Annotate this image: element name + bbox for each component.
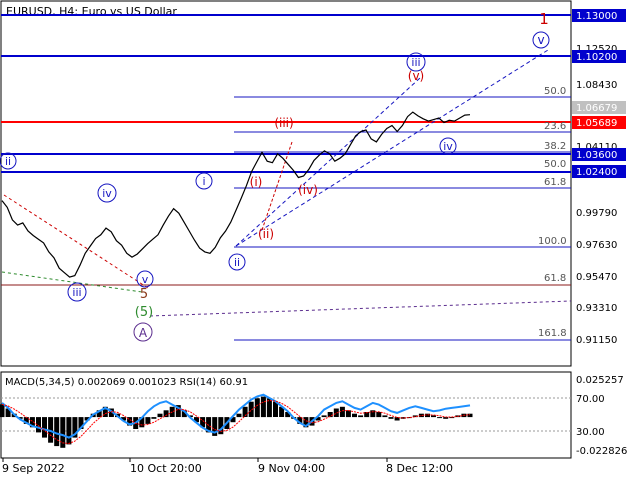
- wave-label-v-top: v: [537, 33, 544, 47]
- indicator-tick-1: 0.025257: [576, 375, 624, 386]
- fib-label-23-6: 23.6: [544, 121, 566, 132]
- price-box-label-1-10200: 1.10200: [576, 52, 617, 63]
- macd-bar: [321, 415, 327, 418]
- macd-bar: [382, 415, 388, 418]
- wave-label-i-mid: i: [202, 175, 205, 188]
- wave-label-iii-red: (iii): [274, 116, 293, 130]
- wave-label-iv-left: iv: [102, 187, 112, 200]
- price-tick-5: 0.97630: [576, 240, 617, 251]
- price-tick-8: 0.91150: [576, 335, 617, 346]
- wave-label-ii-red: (ii): [258, 227, 274, 241]
- price-box-label-1-03600: 1.03600: [576, 150, 617, 161]
- price-tick-6: 0.95470: [576, 272, 617, 283]
- price-tick-4: 0.99790: [576, 208, 617, 219]
- macd-bar: [376, 412, 382, 418]
- price-tick-2: 1.08430: [576, 80, 617, 91]
- fib-label-161-8: 161.8: [538, 328, 567, 339]
- fib-label-50-upper: 50.0: [544, 86, 566, 97]
- macd-bar: [467, 413, 473, 418]
- macd-bar: [437, 417, 443, 419]
- macd-bar: [358, 415, 364, 418]
- wave-label-iv-right: iv: [443, 140, 453, 153]
- time-label-1: 9 Sep 2022: [2, 462, 65, 475]
- macd-bar: [236, 413, 242, 418]
- wave-label-iii-left: iii: [72, 286, 81, 299]
- eurusd-chart: EURUSD, H4: Euro vs US Dollar 1.12520 1.…: [0, 0, 640, 480]
- wave-label-iv-red: (iv): [298, 183, 318, 197]
- macd-bar: [345, 410, 351, 418]
- fib-label-100: 100.0: [538, 236, 567, 247]
- price-box-label-1-13000: 1.13000: [576, 11, 617, 22]
- macd-bar: [388, 417, 394, 419]
- fib-label-50: 50.0: [544, 159, 566, 170]
- macd-bar: [157, 413, 163, 418]
- indicator-tick-3: 30.00: [576, 427, 605, 438]
- fib-label-61-8-lower: 61.8: [544, 273, 566, 284]
- macd-bar: [145, 417, 151, 424]
- indicator-tick-4: -0.022826: [576, 446, 627, 457]
- wave-label-v-red: (v): [408, 69, 424, 83]
- time-label-4: 8 Dec 12:00: [386, 462, 453, 475]
- fib-label-38-2: 38.2: [544, 141, 566, 152]
- wave-label-5: 5: [140, 287, 148, 302]
- time-label-3: 9 Nov 04:00: [258, 462, 325, 475]
- wave-label-i-red: (i): [250, 175, 263, 189]
- macd-bar: [42, 417, 47, 438]
- wave-label-v-left: v: [142, 273, 149, 286]
- wave-label-iii-top: iii: [411, 56, 420, 69]
- price-box-label-1-02400: 1.02400: [576, 167, 617, 178]
- macd-bar: [151, 417, 157, 419]
- macd-bar: [54, 417, 60, 447]
- price-box-label-1-05689: 1.05689: [576, 118, 617, 129]
- macd-bar: [260, 396, 266, 418]
- wave-label-ii-mid: ii: [234, 256, 240, 269]
- indicator-tick-2: 70.00: [576, 394, 605, 405]
- price-tick-7: 0.93310: [576, 303, 617, 314]
- time-label-2: 10 Oct 20:00: [130, 462, 202, 475]
- fib-label-61-8-upper: 61.8: [544, 177, 566, 188]
- wave-label-ii-left: ii: [5, 155, 11, 168]
- wave-label-5-green: (5): [135, 305, 153, 320]
- wave-label-a: A: [139, 326, 148, 340]
- price-box-label-1-06679: 1.06679: [576, 103, 617, 114]
- wave-label-1: 1: [539, 10, 549, 28]
- macd-bar: [66, 417, 72, 445]
- macd-bar: [352, 413, 357, 418]
- chart-title: EURUSD, H4: Euro vs US Dollar: [6, 5, 177, 18]
- macd-bar: [0, 404, 5, 418]
- indicator-label: MACD(5,34,5) 0.002069 0.001023 RSI(14) 6…: [5, 377, 248, 388]
- macd-bar: [254, 398, 260, 418]
